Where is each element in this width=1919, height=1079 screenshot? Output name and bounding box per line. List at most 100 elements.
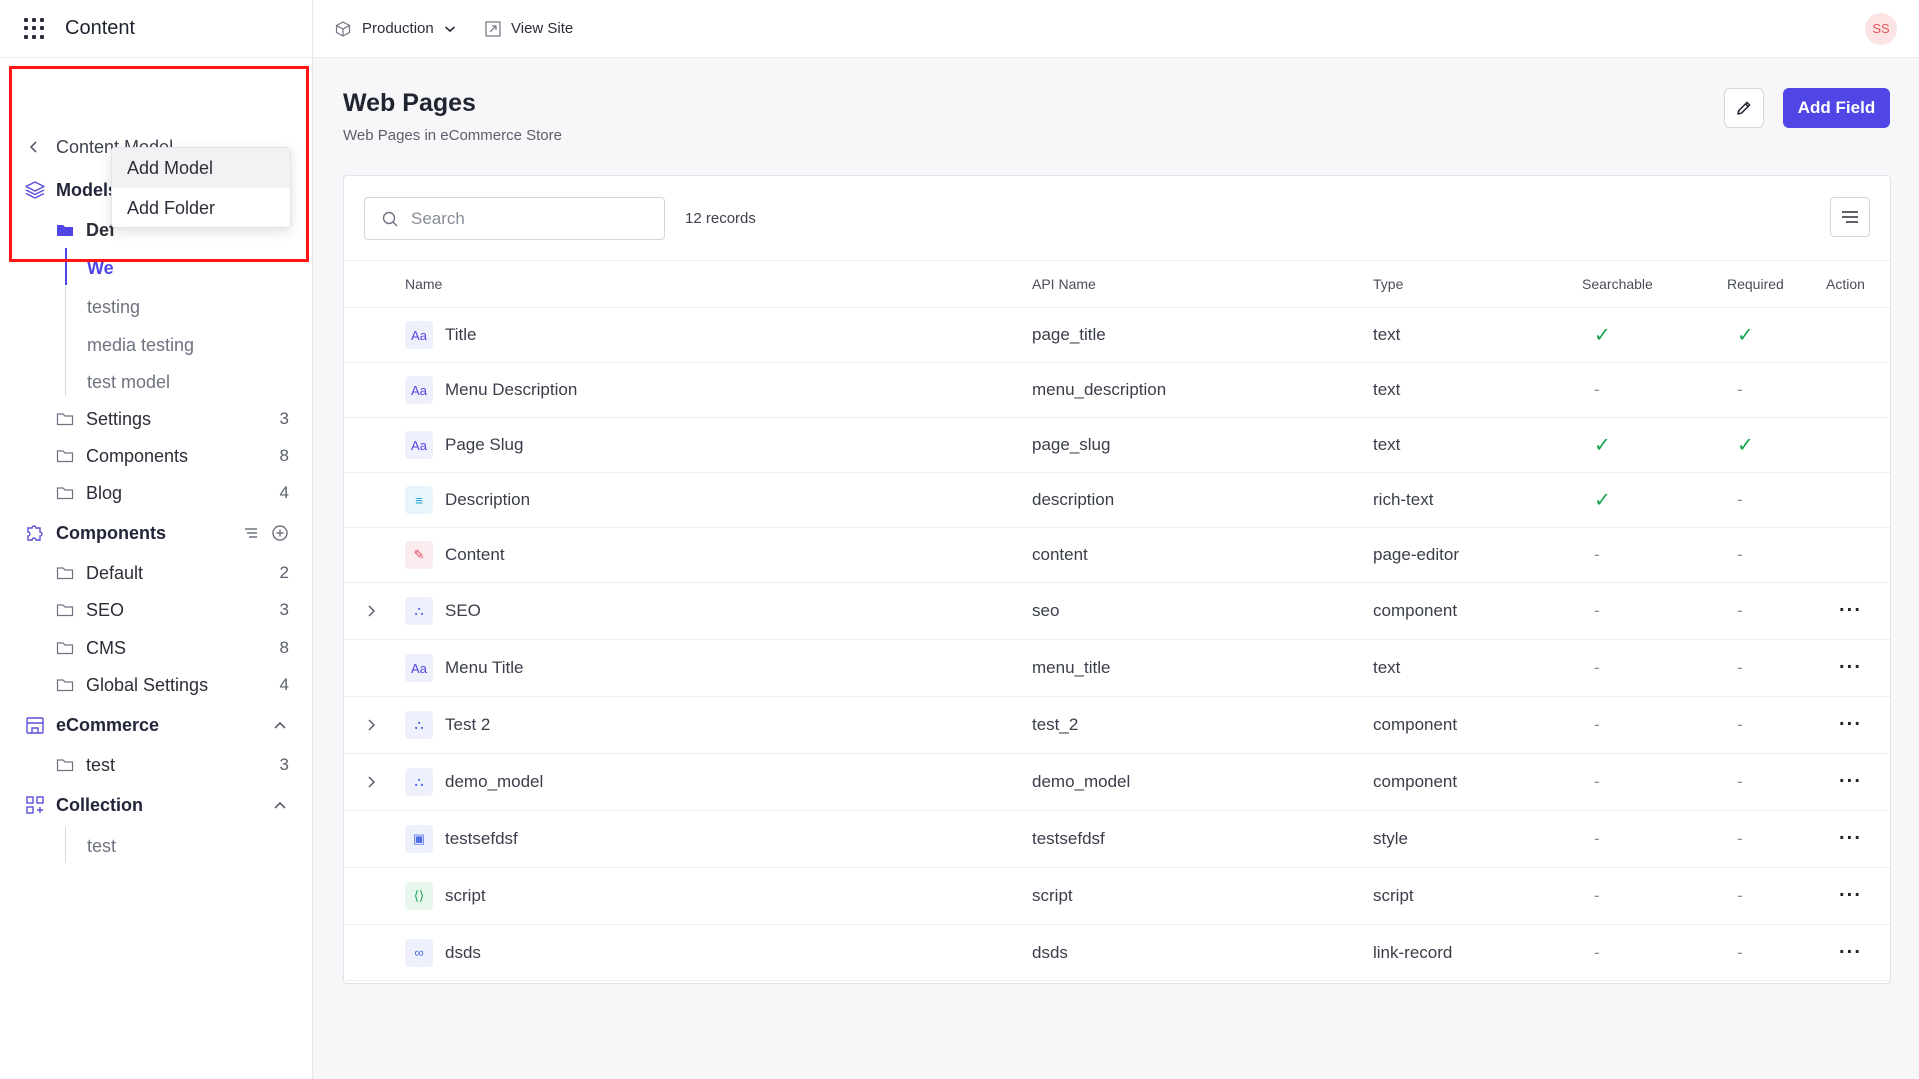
field-name: SEO	[445, 601, 481, 620]
field-name: Test 2	[445, 715, 491, 734]
view-site-label: View Site	[511, 20, 574, 37]
model-label: testing	[87, 296, 141, 317]
required-value: -	[1737, 545, 1743, 564]
chevron-right-icon[interactable]	[366, 718, 376, 732]
table-row[interactable]: Aa Menu Description menu_description text - -	[344, 363, 1890, 418]
store-icon	[26, 717, 44, 734]
view-site-link[interactable]: View Site	[484, 20, 573, 38]
apps-grid-icon[interactable]	[24, 17, 46, 40]
table-row[interactable]: ✎ Content content page-editor - -	[344, 528, 1890, 583]
folder-item[interactable]: Settings 3	[0, 402, 313, 436]
folder-count: 3	[279, 600, 289, 619]
table-row[interactable]: ▣ testsefdsf testsefdsf style - - ···	[344, 811, 1890, 868]
field-api-name: content	[1032, 545, 1088, 564]
model-item[interactable]: testing	[0, 290, 313, 324]
searchable-value: -	[1594, 772, 1600, 791]
model-item[interactable]: test model	[0, 365, 313, 399]
table-row[interactable]: ⛬ demo_model demo_model component - - ···	[344, 754, 1890, 811]
more-actions-icon[interactable]: ···	[1839, 600, 1862, 623]
section-components[interactable]: Components	[0, 516, 313, 550]
field-api-name: page_slug	[1032, 435, 1111, 454]
section-ecommerce[interactable]: eCommerce	[0, 708, 313, 742]
header-type: Type	[1373, 276, 1404, 292]
folder-count: 8	[279, 638, 289, 657]
searchable-value: -	[1594, 601, 1600, 620]
table-row[interactable]: ⛬ SEO seo component - - ···	[344, 583, 1890, 640]
search-icon	[382, 211, 398, 226]
pencil-icon	[1737, 101, 1751, 115]
field-api-name: seo	[1032, 601, 1060, 620]
folder-count: 3	[279, 409, 289, 428]
avatar[interactable]: SS	[1865, 12, 1897, 45]
folder-label: Settings	[86, 408, 152, 429]
table-row[interactable]: ⟨⟩ script script script - - ···	[344, 868, 1890, 925]
more-actions-icon[interactable]: ···	[1839, 828, 1862, 851]
folder-item[interactable]: CMS 8	[0, 631, 313, 665]
collection-item[interactable]: test	[0, 829, 313, 863]
folder-count: 4	[279, 675, 289, 694]
table-row[interactable]: Aa Menu Title menu_title text - - ···	[344, 640, 1890, 697]
field-type: link-record	[1373, 942, 1453, 962]
add-field-button[interactable]: Add Field	[1783, 88, 1890, 128]
folder-count: 2	[279, 563, 289, 582]
field-name: testsefdsf	[445, 829, 518, 848]
ecommerce-title: eCommerce	[56, 714, 160, 735]
folder-item[interactable]: SEO 3	[0, 593, 313, 627]
search-placeholder: Search	[411, 208, 465, 228]
more-actions-icon[interactable]: ···	[1839, 714, 1862, 737]
table-row[interactable]: Aa Title page_title text ✓ ✓	[344, 308, 1890, 363]
chevron-up-icon[interactable]	[273, 800, 287, 810]
chevron-right-icon[interactable]	[366, 775, 376, 789]
add-circle-icon[interactable]	[271, 524, 289, 542]
add-folder-option[interactable]: Add Folder	[112, 188, 290, 228]
table-row[interactable]: ⛬ Test 2 test_2 component - - ···	[344, 697, 1890, 754]
section-collection[interactable]: Collection	[0, 788, 313, 822]
field-type: text	[1373, 325, 1401, 344]
field-type: script	[1373, 886, 1414, 905]
app-title: Content	[65, 17, 136, 39]
folder-item[interactable]: Blog 4	[0, 476, 313, 510]
collection-label: test	[87, 835, 117, 856]
folder-item[interactable]: Global Settings 4	[0, 668, 313, 702]
environment-label: Production	[362, 20, 434, 37]
more-actions-icon[interactable]: ···	[1839, 657, 1862, 680]
folder-item[interactable]: Components 8	[0, 439, 313, 473]
folder-label: Default	[86, 562, 144, 583]
more-actions-icon[interactable]: ···	[1839, 885, 1862, 908]
more-actions-icon[interactable]: ···	[1839, 771, 1862, 794]
filter-button[interactable]	[1830, 197, 1870, 237]
records-count: 12 records	[685, 210, 756, 227]
field-type: component	[1373, 601, 1458, 620]
folder-item[interactable]: Default 2	[0, 556, 313, 590]
environment-selector[interactable]: Production	[334, 20, 456, 38]
field-type: text	[1373, 380, 1401, 399]
add-model-option[interactable]: Add Model	[112, 148, 290, 188]
field-type: component	[1373, 715, 1458, 734]
searchable-value: ✓	[1594, 324, 1611, 347]
folder-item[interactable]: test 3	[0, 748, 313, 782]
list-icon[interactable]	[243, 526, 259, 540]
field-name: Description	[445, 490, 531, 509]
field-type: rich-text	[1373, 490, 1434, 509]
edit-model-button[interactable]	[1724, 88, 1764, 128]
searchable-value: -	[1594, 886, 1600, 905]
required-value: -	[1737, 601, 1743, 620]
table-row[interactable]: ∞ dsds dsds link-record - - ···	[344, 925, 1890, 981]
external-link-icon	[485, 20, 501, 37]
field-name: Page Slug	[445, 435, 524, 454]
model-item[interactable]: media testing	[0, 328, 313, 362]
chevron-right-icon[interactable]	[366, 604, 376, 618]
puzzle-icon	[27, 525, 43, 541]
searchable-value: -	[1594, 380, 1600, 399]
field-type: text	[1373, 658, 1401, 677]
chevron-up-icon[interactable]	[273, 720, 287, 730]
table-row[interactable]: ≡ Description description rich-text ✓ -	[344, 473, 1890, 528]
collection-title: Collection	[56, 794, 144, 815]
folder-label: SEO	[86, 599, 125, 620]
search-input[interactable]: Search	[364, 197, 665, 240]
field-type: style	[1373, 829, 1408, 848]
field-name: Menu Title	[445, 658, 524, 677]
field-api-name: page_title	[1032, 325, 1106, 344]
table-row[interactable]: Aa Page Slug page_slug text ✓ ✓	[344, 418, 1890, 473]
more-actions-icon[interactable]: ···	[1839, 941, 1862, 964]
